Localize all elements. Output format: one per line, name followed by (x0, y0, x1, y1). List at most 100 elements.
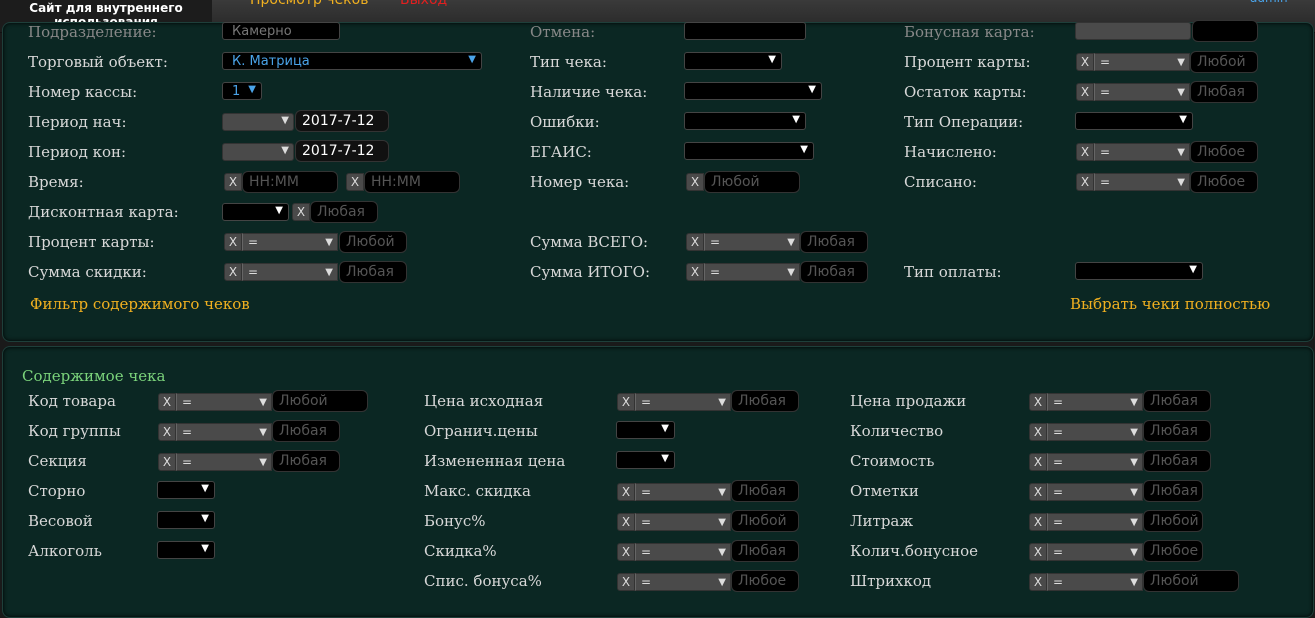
quantity-op-select[interactable]: = ▼ (1047, 423, 1143, 441)
cancel-select[interactable] (684, 22, 806, 40)
check-number-input[interactable]: Любой (704, 171, 800, 193)
check-presence-select[interactable]: ▼ (684, 82, 822, 100)
bonus-qty-op-select[interactable]: = ▼ (1047, 543, 1143, 561)
period-start-date[interactable]: 2017-7-12 (295, 110, 389, 132)
cost-input[interactable]: Любая (1143, 450, 1211, 472)
written-off-input[interactable]: Любое (1190, 171, 1258, 193)
barcode-input[interactable]: Любой (1143, 570, 1239, 592)
max-discount-op-select[interactable]: = ▼ (635, 483, 731, 501)
bonus-pct-op-select[interactable]: = ▼ (635, 513, 731, 531)
period-start-preset[interactable]: ▼ (222, 113, 294, 131)
card-percent-clear-button[interactable]: X (224, 233, 242, 251)
marks-input[interactable]: Любая (1143, 480, 1203, 502)
price-limit-select[interactable]: ▼ (616, 421, 675, 439)
bonus-qty-clear-button[interactable]: X (1029, 543, 1047, 561)
sum-itogo-clear-button[interactable]: X (686, 263, 704, 281)
cost-clear-button[interactable]: X (1029, 453, 1047, 471)
sale-price-input[interactable]: Любая (1143, 390, 1211, 412)
errors-select[interactable]: ▼ (684, 112, 806, 130)
card-percent-right-clear-button[interactable]: X (1076, 53, 1094, 71)
max-discount-clear-button[interactable]: X (617, 483, 635, 501)
card-percent-op-select[interactable]: = ▼ (242, 233, 338, 251)
card-percent-right-op-select[interactable]: = ▼ (1094, 53, 1190, 71)
discount-card-clear-button[interactable]: X (292, 203, 310, 221)
cost-op-select[interactable]: = ▼ (1047, 453, 1143, 471)
discount-sum-input[interactable]: Любая (339, 261, 407, 283)
user-link[interactable]: admin (1250, 0, 1288, 5)
nav-logout[interactable]: Выход (400, 0, 447, 8)
bonus-card-input[interactable] (1192, 20, 1258, 42)
discount-pct-clear-button[interactable]: X (617, 543, 635, 561)
time-to-input[interactable]: HH:MM (364, 171, 460, 193)
time-from-clear-button[interactable]: X (224, 173, 242, 191)
barcode-op-select[interactable]: = ▼ (1047, 573, 1143, 591)
written-off-op-select[interactable]: = ▼ (1094, 173, 1190, 191)
card-percent-input[interactable]: Любой (339, 231, 407, 253)
product-code-input[interactable]: Любой (272, 390, 368, 412)
bonus-writeoff-pct-clear-button[interactable]: X (617, 573, 635, 591)
orig-price-input[interactable]: Любая (731, 390, 799, 412)
quantity-clear-button[interactable]: X (1029, 423, 1047, 441)
product-code-op-select[interactable]: = ▼ (176, 393, 272, 411)
card-balance-clear-button[interactable]: X (1076, 83, 1094, 101)
liters-clear-button[interactable]: X (1029, 513, 1047, 531)
marks-clear-button[interactable]: X (1029, 483, 1047, 501)
weight-select[interactable]: ▼ (157, 511, 215, 529)
orig-price-clear-button[interactable]: X (617, 393, 635, 411)
sum-total-clear-button[interactable]: X (686, 233, 704, 251)
discount-pct-op-select[interactable]: = ▼ (635, 543, 731, 561)
sale-price-op-select[interactable]: = ▼ (1047, 393, 1143, 411)
period-end-preset[interactable]: ▼ (222, 143, 294, 161)
changed-price-select[interactable]: ▼ (616, 451, 675, 469)
bonus-pct-input[interactable]: Любой (731, 510, 799, 532)
bonus-card-select[interactable] (1075, 22, 1191, 40)
accrued-input[interactable]: Любое (1190, 141, 1258, 163)
marks-op-select[interactable]: = ▼ (1047, 483, 1143, 501)
payment-type-select[interactable]: ▼ (1075, 262, 1203, 280)
nav-view-checks[interactable]: Просмотр чеков (250, 0, 368, 8)
discount-card-input[interactable]: Любая (310, 201, 378, 223)
discount-sum-clear-button[interactable]: X (224, 263, 242, 281)
discount-sum-op-select[interactable]: = ▼ (242, 263, 338, 281)
select-full-checks-link[interactable]: Выбрать чеки полностью (1070, 295, 1270, 313)
check-number-clear-button[interactable]: X (686, 173, 704, 191)
sum-itogo-op-select[interactable]: = ▼ (704, 263, 800, 281)
discount-pct-input[interactable]: Любая (731, 540, 799, 562)
discount-card-select[interactable]: ▼ (222, 203, 289, 221)
sale-price-clear-button[interactable]: X (1029, 393, 1047, 411)
sum-itogo-input[interactable]: Любая (800, 261, 868, 283)
group-code-input[interactable]: Любая (272, 420, 340, 442)
period-end-date[interactable]: 2017-7-12 (295, 140, 389, 162)
orig-price-op-select[interactable]: = ▼ (635, 393, 731, 411)
subdivision-select[interactable]: Камерно (222, 22, 340, 40)
alcohol-select[interactable]: ▼ (157, 541, 215, 559)
quantity-input[interactable]: Любая (1143, 420, 1211, 442)
egais-select[interactable]: ▼ (684, 142, 814, 160)
accrued-op-select[interactable]: = ▼ (1094, 143, 1190, 161)
sum-total-op-select[interactable]: = ▼ (704, 233, 800, 251)
written-off-clear-button[interactable]: X (1076, 173, 1094, 191)
product-code-clear-button[interactable]: X (158, 393, 176, 411)
time-from-input[interactable]: HH:MM (242, 171, 338, 193)
barcode-clear-button[interactable]: X (1029, 573, 1047, 591)
accrued-clear-button[interactable]: X (1076, 143, 1094, 161)
max-discount-input[interactable]: Любая (731, 480, 799, 502)
liters-op-select[interactable]: = ▼ (1047, 513, 1143, 531)
bonus-writeoff-pct-input[interactable]: Любое (731, 570, 799, 592)
sum-total-input[interactable]: Любая (800, 231, 868, 253)
check-type-select[interactable]: ▼ (684, 52, 782, 70)
group-code-clear-button[interactable]: X (158, 423, 176, 441)
section-op-select[interactable]: = ▼ (176, 453, 272, 471)
section-clear-button[interactable]: X (158, 453, 176, 471)
card-balance-op-select[interactable]: = ▼ (1094, 83, 1190, 101)
bonus-qty-input[interactable]: Любое (1143, 540, 1203, 562)
card-percent-right-input[interactable]: Любой (1190, 51, 1258, 73)
kassa-select[interactable]: 1 ▼ (222, 82, 262, 100)
group-code-op-select[interactable]: = ▼ (176, 423, 272, 441)
content-filter-link[interactable]: Фильтр содержимого чеков (30, 295, 250, 313)
card-balance-input[interactable]: Любая (1190, 81, 1258, 103)
liters-input[interactable]: Любой (1143, 510, 1203, 532)
bonus-pct-clear-button[interactable]: X (617, 513, 635, 531)
time-to-clear-button[interactable]: X (346, 173, 364, 191)
trade-object-select[interactable]: К. Матрица ▼ (222, 52, 482, 70)
